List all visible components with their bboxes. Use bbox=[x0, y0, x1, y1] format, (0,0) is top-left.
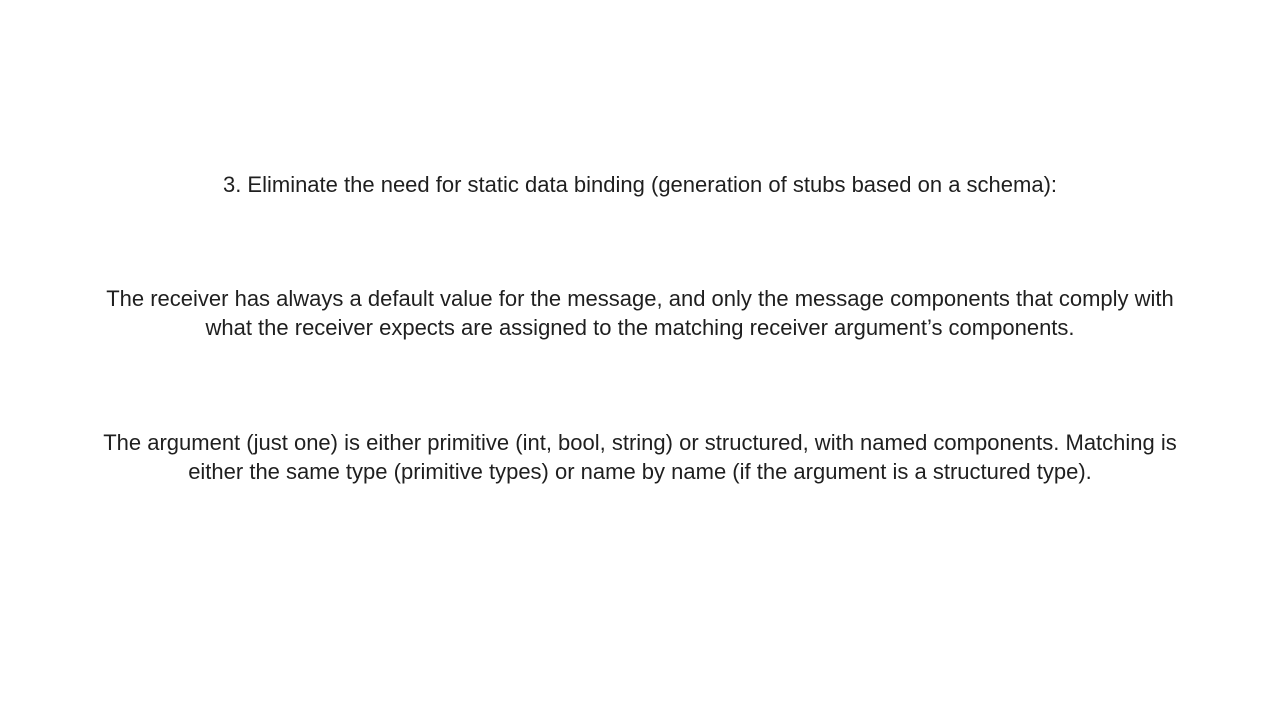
slide: 3. Eliminate the need for static data bi… bbox=[0, 0, 1280, 720]
slide-heading: 3. Eliminate the need for static data bi… bbox=[222, 172, 1058, 197]
argument-paragraph: The argument (just one) is either primit… bbox=[103, 430, 1177, 484]
receiver-paragraph: The receiver has always a default value … bbox=[106, 286, 1174, 340]
